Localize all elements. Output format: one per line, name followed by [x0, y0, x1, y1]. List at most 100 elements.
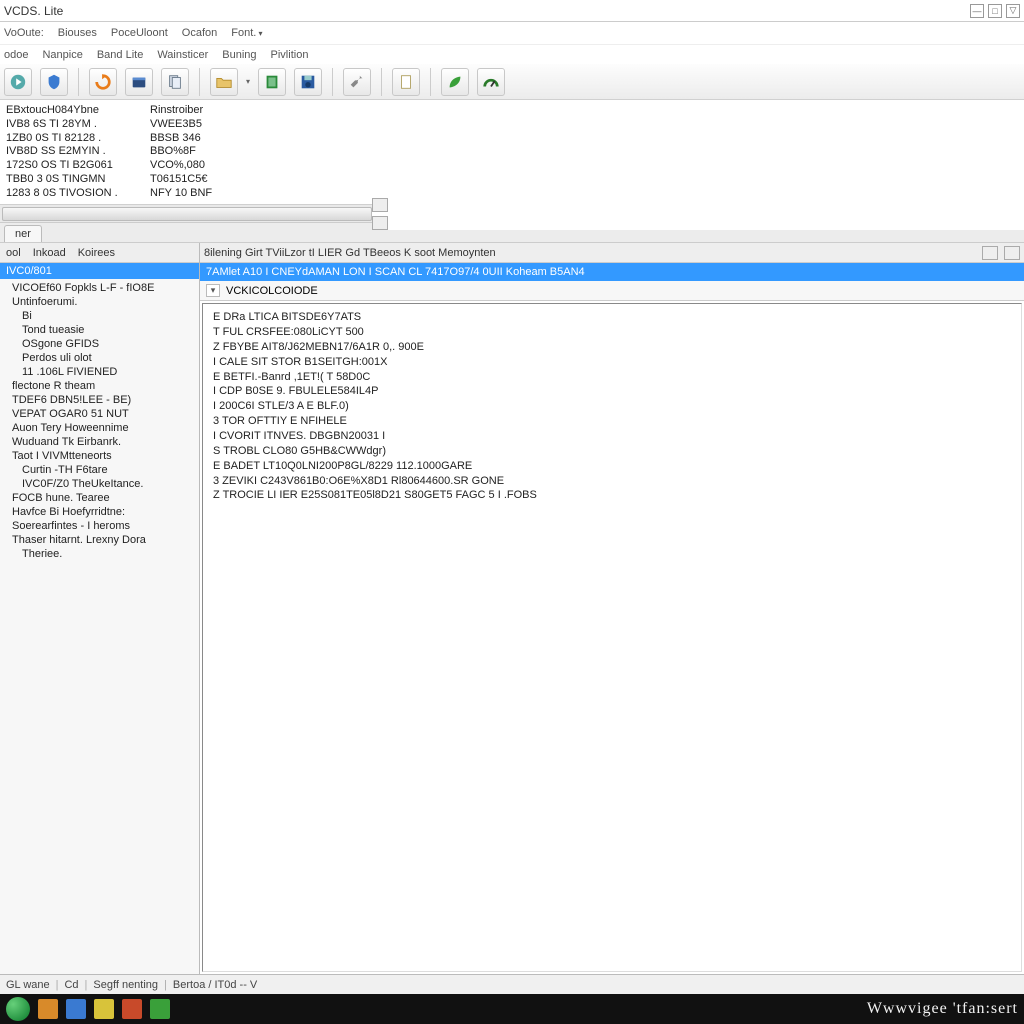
dropdown-arrow-icon[interactable]: ▾: [246, 77, 250, 86]
tree-item[interactable]: OSgone GFIDS: [0, 337, 199, 351]
status-item: GL wane: [6, 979, 50, 991]
tree-item[interactable]: Bi: [0, 309, 199, 323]
right-tabs-text[interactable]: 8ilening Girt TViiLzor tI LIER Gd TBeeos…: [204, 247, 496, 259]
tree-item[interactable]: Perdos uli olot: [0, 351, 199, 365]
horizontal-scrollbar[interactable]: [0, 205, 1024, 223]
book-green-icon[interactable]: [258, 68, 286, 96]
menu-item[interactable]: Band Lite: [97, 49, 143, 61]
tab-ner[interactable]: ner: [4, 225, 42, 242]
tree-item[interactable]: TDEF6 DBN5!LEE - BE): [0, 393, 199, 407]
code-line: 3 TOR OFTTIY E NFIHELE: [213, 414, 1011, 429]
maximize-button[interactable]: □: [988, 4, 1002, 18]
page-icon[interactable]: [392, 68, 420, 96]
menu-item-font[interactable]: Font.: [231, 27, 262, 39]
docs-icon[interactable]: [161, 68, 189, 96]
tree-item[interactable]: Taot I VIVMtteneorts: [0, 449, 199, 463]
scrollbar-thumb[interactable]: [2, 207, 372, 221]
tree-item[interactable]: Auon Tery Howeennime: [0, 421, 199, 435]
taskbar-app-icon[interactable]: [38, 999, 58, 1019]
info-header: EBxtoucH084Ybne: [6, 104, 136, 118]
titlebar: VCDS. Lite — □ ▽: [0, 0, 1024, 22]
tree-item[interactable]: Thaser hitarnt. Lrexny Dora: [0, 533, 199, 547]
tree-item[interactable]: flectone R theam: [0, 379, 199, 393]
tree-item[interactable]: Tond tueasie: [0, 323, 199, 337]
app-title: VCDS. Lite: [4, 4, 63, 18]
code-line: I 200C6I STLE/3 A E BLF.0): [213, 399, 1011, 414]
restore-button[interactable]: ▽: [1006, 4, 1020, 18]
left-panel-header: ool Inkoad Koirees: [0, 243, 199, 263]
info-cell: NFY 10 BNF: [150, 187, 212, 201]
tree-item[interactable]: Untinfoerumi.: [0, 295, 199, 309]
scroll-button[interactable]: [372, 198, 388, 212]
menu-item[interactable]: odoe: [4, 49, 28, 61]
tree-item[interactable]: 11 .106L FIVIENED: [0, 365, 199, 379]
tree-item[interactable]: Havfce Bi Hoefyrridtne:: [0, 505, 199, 519]
folder-open-icon[interactable]: [210, 68, 238, 96]
wrench-icon[interactable]: [343, 68, 371, 96]
right-selected-item[interactable]: 7AMlet A10 I CNEYdAMAN LON I SCAN CL 741…: [200, 263, 1024, 281]
info-header: Rinstroiber: [150, 104, 203, 118]
gauge-icon[interactable]: [477, 68, 505, 96]
tree-view[interactable]: VICOEf60 Fopkls L-F - fIO8EUntinfoerumi.…: [0, 279, 199, 974]
toolbar: ▾: [0, 64, 1024, 100]
left-tab[interactable]: Koirees: [78, 247, 115, 259]
tree-item[interactable]: Curtin -TH F6tare: [0, 463, 199, 477]
combo-value[interactable]: VCKICOLCOIODE: [226, 285, 318, 297]
info-cell: T06151C5€: [150, 173, 208, 187]
taskbar-app-icon[interactable]: [66, 999, 86, 1019]
menu-item[interactable]: Pivlition: [271, 49, 309, 61]
left-tab[interactable]: Inkoad: [33, 247, 66, 259]
info-cell: IVB8D SS E2MYIN .: [6, 145, 136, 159]
taskbar-app-icon[interactable]: [94, 999, 114, 1019]
menu-item[interactable]: Nanpice: [42, 49, 82, 61]
panel-button[interactable]: [982, 246, 998, 260]
status-item: Segff nenting: [93, 979, 158, 991]
menu-item[interactable]: VoOute:: [4, 27, 44, 39]
statusbar: GL wane| Cd| Segff nenting| Bertoa / IT0…: [0, 974, 1024, 994]
code-line: I CALE SIT STOR B1SEITGH:001X: [213, 355, 1011, 370]
refresh-orange-icon[interactable]: [89, 68, 117, 96]
tree-item[interactable]: IVC0F/Z0 TheUkeItance.: [0, 477, 199, 491]
code-view[interactable]: E DRa LTICA BITSDE6Y7ATST FUL CRSFEE:080…: [202, 303, 1022, 972]
tree-item[interactable]: Theriee.: [0, 547, 199, 561]
menu-item[interactable]: Biouses: [58, 27, 97, 39]
code-line: Z TROCIE LI IER E25S081TE05l8D21 S80GET5…: [213, 488, 1011, 503]
minimize-button[interactable]: —: [970, 4, 984, 18]
menu-item[interactable]: Buning: [222, 49, 256, 61]
menu-item[interactable]: Wainsticer: [157, 49, 208, 61]
globe-play-icon[interactable]: [4, 68, 32, 96]
code-line: E BADET LT10Q0LNI200P8GL/8229 112.1000GA…: [213, 459, 1011, 474]
tree-item[interactable]: VEPAT OGAR0 51 NUT: [0, 407, 199, 421]
info-cell: VWEE3B5: [150, 118, 202, 132]
left-tab[interactable]: ool: [6, 247, 21, 259]
main-splitter: ool Inkoad Koirees IVC0/801 VICOEf60 Fop…: [0, 243, 1024, 974]
box-blue-icon[interactable]: [125, 68, 153, 96]
leaf-green-icon[interactable]: [441, 68, 469, 96]
taskbar-app-icon[interactable]: [150, 999, 170, 1019]
menu-item[interactable]: Ocafon: [182, 27, 217, 39]
status-item: Bertoa / IT0d -- V: [173, 979, 257, 991]
info-panel: EBxtoucH084Ybne Rinstroiber IVB8 6S TI 28…: [0, 100, 1024, 205]
right-panel-tabs: 8ilening Girt TViiLzor tI LIER Gd TBeeos…: [200, 243, 1024, 263]
shield-icon[interactable]: [40, 68, 68, 96]
info-cell: IVB8 6S TI 28YM .: [6, 118, 136, 132]
menu-item[interactable]: PoceUloont: [111, 27, 168, 39]
code-line: 3 ZEVIKI C243V861B0:O6E%X8D1 Rl80644600.…: [213, 474, 1011, 489]
scroll-button[interactable]: [372, 216, 388, 230]
menubar-secondary: odoe Nanpice Band Lite Wainsticer Buning…: [0, 44, 1024, 64]
taskbar-app-icon[interactable]: [122, 999, 142, 1019]
info-cell: TBB0 3 0S TINGMN: [6, 173, 136, 187]
disk-blue-icon[interactable]: [294, 68, 322, 96]
code-line: Z FBYBE AIT8/J62MEBN17/6A1R 0,. 900E: [213, 340, 1011, 355]
tree-item[interactable]: VICOEf60 Fopkls L-F - fIO8E: [0, 281, 199, 295]
code-line: E DRa LTICA BITSDE6Y7ATS: [213, 310, 1011, 325]
tree-item[interactable]: FOCB hune. Tearee: [0, 491, 199, 505]
left-selected-item[interactable]: IVC0/801: [0, 263, 199, 279]
start-button[interactable]: [6, 997, 30, 1021]
code-line: I CDP B0SE 9. FBULELE584IL4P: [213, 384, 1011, 399]
info-cell: 1283 8 0S TIVOSION .: [6, 187, 136, 201]
tree-item[interactable]: Soerearfintes - I heroms: [0, 519, 199, 533]
panel-close-button[interactable]: [1004, 246, 1020, 260]
chevron-down-icon[interactable]: ▾: [206, 284, 220, 297]
tree-item[interactable]: Wuduand Tk Eirbanrk.: [0, 435, 199, 449]
